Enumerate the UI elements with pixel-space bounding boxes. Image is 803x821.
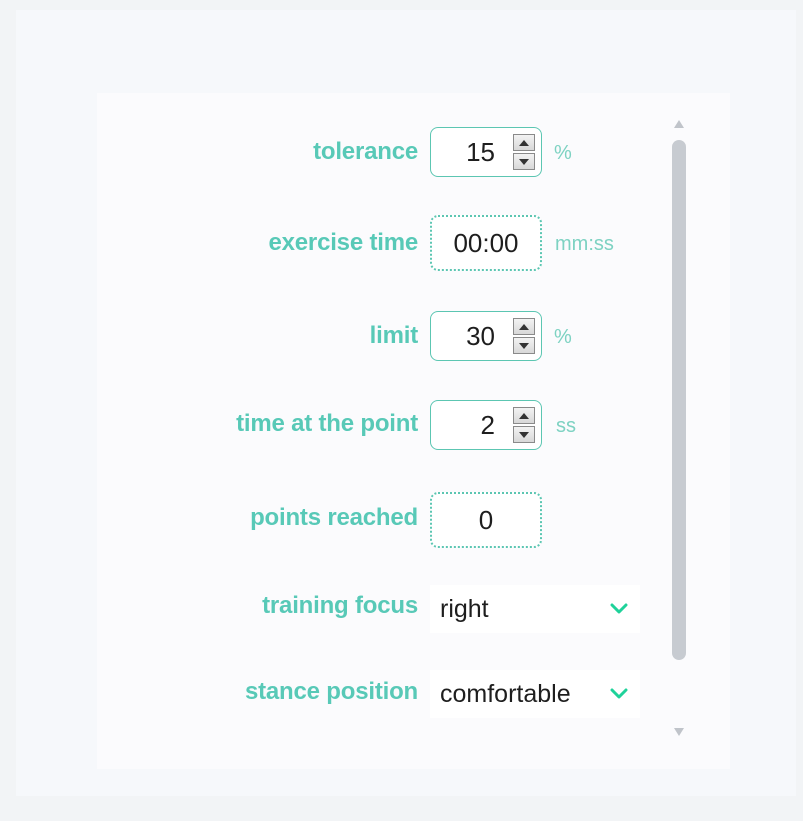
- triangle-up-icon: [519, 412, 529, 419]
- tolerance-increment-button[interactable]: [513, 134, 535, 151]
- points-reached-display: 0: [430, 492, 542, 548]
- tolerance-decrement-button[interactable]: [513, 153, 535, 170]
- time-at-point-increment-button[interactable]: [513, 407, 535, 424]
- training-focus-label: training focus: [262, 592, 418, 619]
- chevron-down-icon[interactable]: [610, 603, 628, 615]
- tolerance-spinbox[interactable]: 15: [430, 127, 542, 177]
- triangle-down-icon: [519, 342, 529, 349]
- triangle-down-icon: [519, 431, 529, 438]
- triangle-up-icon: [519, 323, 529, 330]
- points-reached-label: points reached: [250, 504, 418, 531]
- limit-increment-button[interactable]: [513, 318, 535, 335]
- stance-position-label: stance position: [244, 678, 418, 705]
- scroll-up-arrow-icon[interactable]: [674, 120, 684, 128]
- time-at-point-value[interactable]: 2: [481, 401, 495, 449]
- tolerance-value[interactable]: 15: [466, 128, 495, 176]
- time-at-point-spin-buttons: [513, 407, 535, 443]
- triangle-up-icon: [519, 139, 529, 146]
- chevron-down-icon[interactable]: [610, 688, 628, 700]
- time-at-point-spinbox[interactable]: 2: [430, 400, 542, 450]
- time-at-point-unit: ss: [556, 415, 576, 437]
- stance-position-dropdown[interactable]: comfortable: [430, 670, 640, 718]
- limit-spinbox[interactable]: 30: [430, 311, 542, 361]
- time-at-point-label: time at the point: [236, 410, 418, 437]
- scroll-down-arrow-icon[interactable]: [674, 728, 684, 736]
- limit-unit: %: [554, 326, 572, 348]
- training-focus-dropdown[interactable]: right: [430, 585, 640, 633]
- training-focus-selected: right: [440, 594, 489, 623]
- scrollbar-thumb[interactable]: [672, 140, 686, 660]
- limit-label: limit: [369, 322, 419, 349]
- tolerance-unit: %: [554, 142, 572, 164]
- exercise-time-display: 00:00: [430, 215, 542, 271]
- tolerance-label: tolerance: [313, 138, 418, 165]
- exercise-time-unit: mm:ss: [555, 233, 614, 255]
- triangle-down-icon: [519, 158, 529, 165]
- tolerance-spin-buttons: [513, 134, 535, 170]
- limit-decrement-button[interactable]: [513, 337, 535, 354]
- stance-position-selected: comfortable: [440, 679, 571, 708]
- limit-spin-buttons: [513, 318, 535, 354]
- vertical-scrollbar[interactable]: [668, 118, 690, 738]
- time-at-point-decrement-button[interactable]: [513, 426, 535, 443]
- exercise-time-label: exercise time: [268, 229, 418, 256]
- limit-value[interactable]: 30: [466, 312, 495, 360]
